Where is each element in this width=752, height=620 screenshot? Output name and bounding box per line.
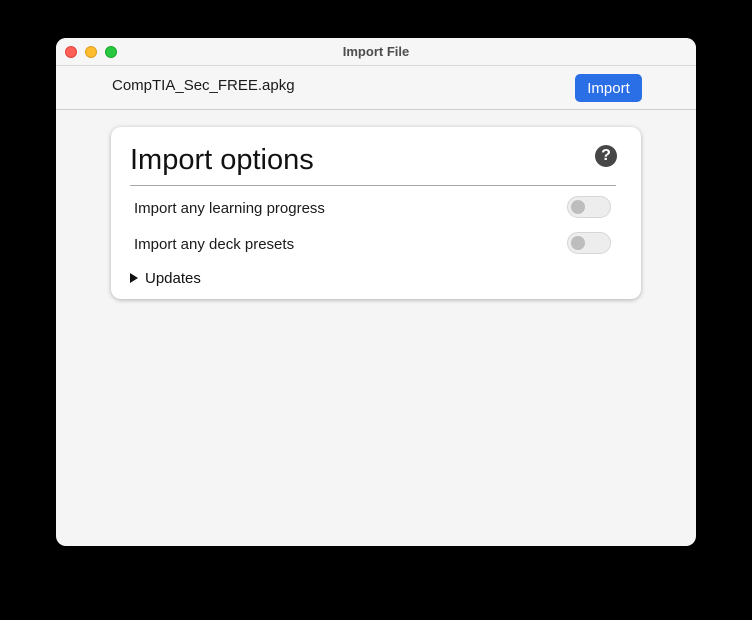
- option-row-learning-progress: Import any learning progress: [130, 193, 616, 221]
- import-file-window: Import File CompTIA_Sec_FREE.apkg Import…: [56, 38, 696, 546]
- option-row-deck-presets: Import any deck presets: [130, 229, 616, 257]
- file-name: CompTIA_Sec_FREE.apkg: [112, 77, 295, 94]
- import-button[interactable]: Import: [575, 74, 642, 102]
- learning-progress-toggle[interactable]: [567, 196, 611, 218]
- toggle-knob: [571, 200, 585, 214]
- disclosure-triangle-icon[interactable]: [130, 273, 138, 283]
- question-circle-icon[interactable]: ?: [595, 145, 617, 167]
- toolbar: CompTIA_Sec_FREE.apkg Import: [56, 67, 696, 110]
- title-bar: Import File: [56, 38, 696, 66]
- heading-divider: [130, 185, 616, 186]
- deck-presets-label: Import any deck presets: [134, 236, 295, 253]
- toggle-knob: [571, 236, 585, 250]
- import-options-card: Import options ? Import any learning pro…: [111, 127, 641, 299]
- deck-presets-toggle[interactable]: [567, 232, 611, 254]
- learning-progress-label: Import any learning progress: [134, 200, 325, 217]
- window-title: Import File: [342, 44, 410, 59]
- import-options-heading: Import options: [130, 144, 314, 176]
- updates-label[interactable]: Updates: [145, 270, 201, 287]
